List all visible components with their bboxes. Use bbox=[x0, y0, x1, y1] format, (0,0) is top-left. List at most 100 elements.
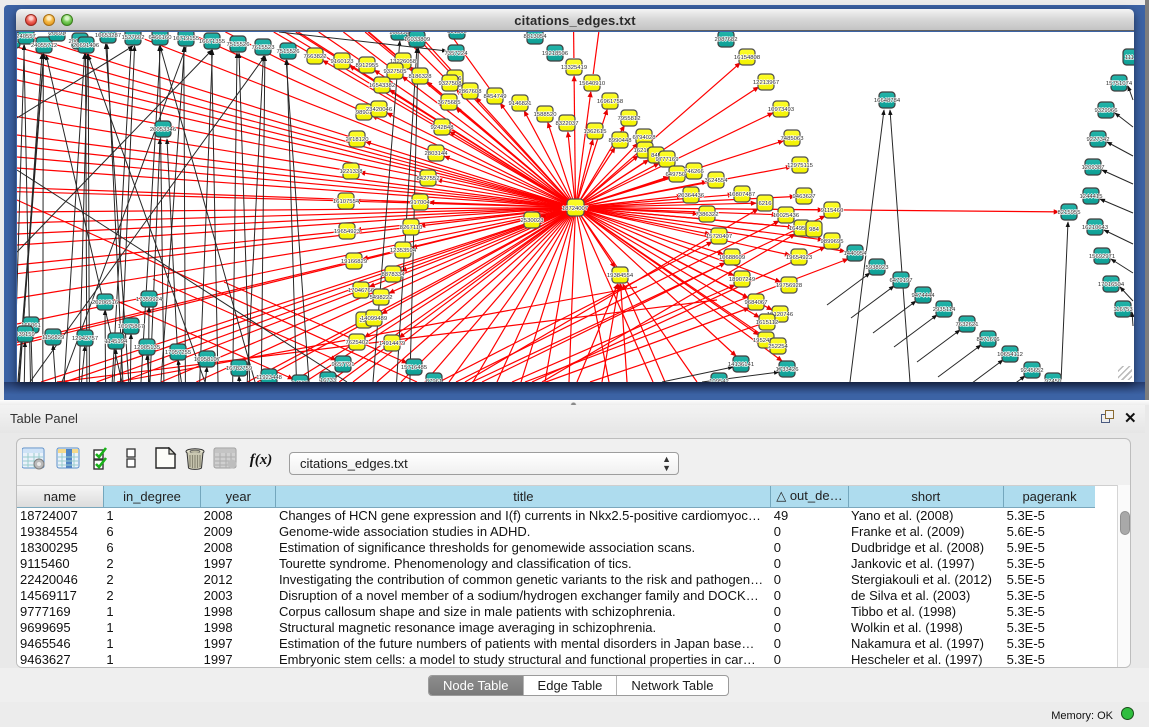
svg-text:9115460: 9115460 bbox=[821, 208, 844, 214]
svg-text:1527602: 1527602 bbox=[122, 35, 145, 41]
svg-text:9684067: 9684067 bbox=[745, 300, 768, 306]
svg-text:20691: 20691 bbox=[49, 32, 65, 37]
svg-text:8322037: 8322037 bbox=[556, 121, 579, 127]
svg-text:2803144: 2803144 bbox=[425, 151, 449, 157]
svg-text:19384554: 19384554 bbox=[607, 273, 634, 279]
svg-text:f(x): f(x) bbox=[250, 452, 273, 468]
svg-text:2718120: 2718120 bbox=[346, 137, 370, 143]
svg-text:20206516: 20206516 bbox=[92, 300, 119, 306]
svg-text:10975867: 10975867 bbox=[118, 324, 144, 330]
svg-text:6216: 6216 bbox=[758, 201, 772, 207]
svg-text:8912955: 8912955 bbox=[356, 63, 380, 69]
svg-text:12975115: 12975115 bbox=[787, 163, 813, 169]
svg-text:9329966: 9329966 bbox=[1095, 108, 1119, 114]
svg-text:87961: 87961 bbox=[426, 379, 442, 382]
svg-text:12905135: 12905135 bbox=[134, 345, 161, 351]
svg-text:19654923: 19654923 bbox=[334, 229, 361, 235]
svg-text:8990448: 8990448 bbox=[609, 138, 633, 144]
svg-text:18907249: 18907249 bbox=[729, 277, 755, 283]
svg-text:8427552: 8427552 bbox=[417, 176, 440, 182]
svg-text:240557: 240557 bbox=[17, 34, 36, 40]
svg-text:2867608: 2867608 bbox=[459, 89, 483, 95]
svg-text:7515526: 7515526 bbox=[227, 42, 251, 48]
svg-text:7515526: 7515526 bbox=[277, 49, 301, 55]
svg-text:9160123: 9160123 bbox=[331, 59, 355, 65]
svg-text:12942757: 12942757 bbox=[72, 336, 98, 342]
svg-text:5938923: 5938923 bbox=[866, 265, 890, 271]
svg-text:2935114: 2935114 bbox=[933, 307, 956, 313]
svg-text:17359924: 17359924 bbox=[136, 297, 163, 303]
svg-text:10958107: 10958107 bbox=[194, 357, 220, 363]
svg-text:15692971: 15692971 bbox=[1089, 254, 1115, 260]
svg-text:19756928: 19756928 bbox=[776, 283, 803, 289]
svg-text:1156829: 1156829 bbox=[42, 335, 65, 341]
svg-text:92450: 92450 bbox=[1045, 379, 1062, 382]
svg-text:1244415: 1244415 bbox=[1080, 194, 1104, 200]
svg-text:8813054: 8813054 bbox=[524, 34, 548, 40]
svg-text:9474444: 9474444 bbox=[912, 293, 936, 299]
svg-text:17957255: 17957255 bbox=[165, 350, 192, 356]
svg-text:7357224: 7357224 bbox=[445, 51, 469, 57]
svg-text:94502: 94502 bbox=[292, 381, 308, 382]
svg-text:1362615: 1362615 bbox=[584, 129, 608, 135]
svg-text:8471676: 8471676 bbox=[977, 337, 1001, 343]
svg-text:7955812: 7955812 bbox=[618, 116, 641, 122]
svg-text:5498222: 5498222 bbox=[370, 295, 393, 301]
svg-text:9245652: 9245652 bbox=[1021, 368, 1044, 374]
svg-text:8454749: 8454749 bbox=[484, 94, 507, 100]
svg-text:16033809: 16033809 bbox=[404, 37, 430, 43]
svg-text:3675685: 3675685 bbox=[438, 100, 462, 106]
svg-text:6466160: 6466160 bbox=[149, 35, 173, 41]
svg-text:160338: 160338 bbox=[389, 32, 409, 36]
svg-text:9463627: 9463627 bbox=[793, 194, 816, 200]
svg-text:2087682: 2087682 bbox=[715, 37, 738, 43]
svg-text:9242848: 9242848 bbox=[431, 125, 455, 131]
svg-text:24055712: 24055712 bbox=[31, 43, 57, 49]
svg-text:16782759: 16782759 bbox=[226, 366, 252, 372]
svg-text:881305: 881305 bbox=[447, 32, 467, 35]
svg-text:10025436: 10025436 bbox=[773, 213, 800, 219]
svg-text:939159: 939159 bbox=[17, 332, 35, 338]
svg-text:9327505: 9327505 bbox=[384, 69, 408, 75]
svg-text:20364436: 20364436 bbox=[678, 193, 705, 199]
svg-text:1615112: 1615112 bbox=[756, 320, 779, 326]
svg-text:16648784: 16648784 bbox=[874, 98, 901, 104]
svg-text:13325419: 13325419 bbox=[561, 65, 587, 71]
svg-text:16733: 16733 bbox=[320, 378, 337, 382]
svg-text:7485063: 7485063 bbox=[781, 136, 805, 142]
svg-text:10654112: 10654112 bbox=[997, 352, 1023, 358]
svg-text:19654923: 19654923 bbox=[786, 255, 813, 261]
svg-text:16210643: 16210643 bbox=[1082, 225, 1109, 231]
svg-text:17046766: 17046766 bbox=[348, 288, 375, 294]
svg-text:9327508: 9327508 bbox=[439, 81, 463, 87]
svg-text:20691406: 20691406 bbox=[73, 43, 100, 49]
svg-text:18724007: 18724007 bbox=[562, 206, 588, 212]
svg-text:15640910: 15640910 bbox=[579, 81, 606, 87]
svg-text:10973493: 10973493 bbox=[768, 107, 795, 113]
svg-text:7663822: 7663822 bbox=[304, 54, 327, 60]
svg-text:1145194: 1145194 bbox=[105, 339, 128, 345]
svg-text:19166829: 19166829 bbox=[341, 259, 367, 265]
svg-text:7615523: 7615523 bbox=[252, 45, 276, 51]
svg-text:17016504: 17016504 bbox=[1098, 282, 1125, 288]
svg-text:1221338: 1221338 bbox=[340, 169, 364, 175]
svg-text:11923448: 11923448 bbox=[256, 375, 282, 381]
svg-text:20053346: 20053346 bbox=[150, 127, 177, 133]
svg-text:15716485: 15716485 bbox=[401, 365, 428, 371]
svg-text:9227342: 9227342 bbox=[1087, 137, 1110, 143]
svg-text:10719155: 10719155 bbox=[173, 36, 200, 42]
svg-text:10653287: 10653287 bbox=[95, 33, 121, 39]
svg-text:3624554: 3624554 bbox=[705, 178, 729, 184]
svg-text:10807487: 10807487 bbox=[729, 192, 755, 198]
svg-text:9777169: 9777169 bbox=[656, 157, 679, 163]
svg-text:116753: 116753 bbox=[1113, 307, 1133, 313]
svg-text:917004: 917004 bbox=[410, 200, 430, 206]
svg-text:8186328: 8186328 bbox=[409, 74, 433, 80]
svg-text:23420046: 23420046 bbox=[366, 107, 393, 113]
svg-text:16107554: 16107554 bbox=[333, 199, 360, 205]
svg-text:16961758: 16961758 bbox=[597, 99, 624, 105]
svg-text:14914479: 14914479 bbox=[379, 341, 405, 347]
svg-text:6794028: 6794028 bbox=[633, 135, 657, 141]
svg-text:14099489: 14099489 bbox=[361, 316, 387, 322]
svg-text:15751074: 15751074 bbox=[1106, 81, 1133, 87]
